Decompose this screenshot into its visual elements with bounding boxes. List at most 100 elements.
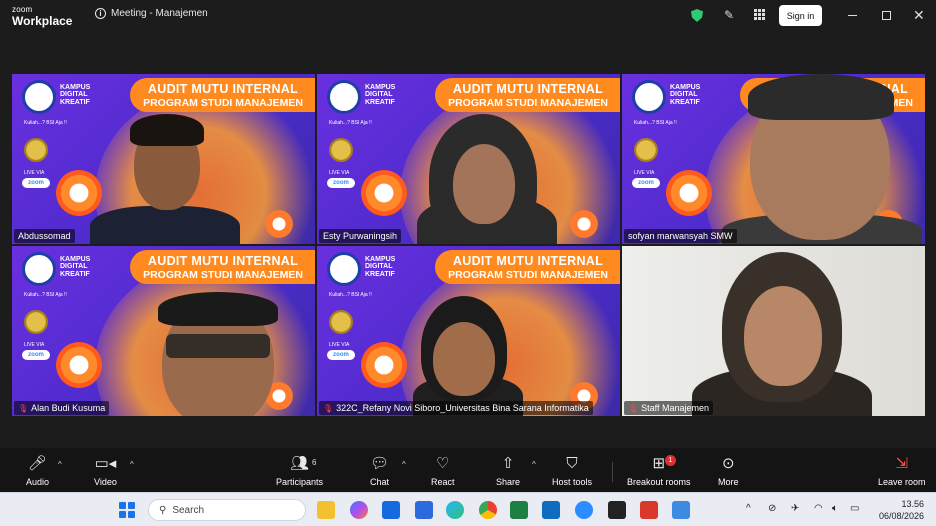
live-via-label: LIVE VIA [634,170,655,176]
more-ellipsis-icon: ⊙ [721,455,735,472]
medal-icon [329,310,353,334]
video-gallery: KAMPUS DIGITAL KREATIF AUDIT MUTU INTERNAL… [12,74,926,416]
show-hidden-icons-chevron-icon[interactable]: ^ [746,503,751,514]
pdf-reader-icon[interactable] [640,501,658,519]
logo-line-1: zoom [12,5,33,14]
video-button[interactable]: ▭◂ Video [94,452,117,487]
video-tile[interactable]: KAMPUSDIGITALKREATIF AUDIT MUTU INTERNAL… [317,246,620,416]
search-icon: ⚲ [159,504,167,516]
excel-icon[interactable] [510,501,528,519]
video-tile-active-speaker[interactable]: KAMPUS DIGITAL KREATIF AUDIT MUTU INTERNAL… [317,74,620,244]
clock-time: 13.56 [901,499,924,509]
close-icon[interactable]: ✕ [913,7,925,24]
participant-name-label: 🎙 Staff Manajemen [624,401,714,415]
slide-logo-text: KAMPUS DIGITAL KREATIF [365,84,396,106]
share-options-chevron-icon[interactable]: ^ [532,460,536,469]
zoom-badge: zoom [327,178,355,188]
chat-button[interactable]: 💬︎ Chat [370,452,389,487]
mail-icon[interactable] [382,501,400,519]
app-icon[interactable] [608,501,626,519]
chat-bubble-icon: 💬︎ [370,455,390,472]
participants-icon: 👥︎ [289,455,310,472]
share-button[interactable]: ⇧ Share [496,452,520,487]
file-explorer-icon[interactable] [317,501,335,519]
calculator-icon[interactable] [672,501,690,519]
clock-date: 06/08/2026 [878,511,924,522]
breakout-rooms-button[interactable]: ⊞ Breakout rooms [627,452,691,487]
slide-tagline: Kuliah...? BSI Aja !! [329,120,372,126]
minimize-icon[interactable] [848,15,857,16]
zoom-badge: zoom [632,178,660,188]
maximize-icon[interactable] [882,11,891,20]
more-button[interactable]: ⊙ More [718,452,739,487]
zoom-badge: zoom [327,350,355,360]
participant-name-label: 🎙 Alan Budi Kusuma [14,401,110,415]
taskbar-search-box[interactable]: ⚲ Search [148,499,306,521]
participant-name-label: Abdussomad [14,229,75,243]
zoom-app-icon[interactable] [575,501,593,519]
chrome-icon[interactable] [479,501,497,519]
info-icon[interactable]: i [95,8,106,19]
apps-grid-icon[interactable] [754,9,765,20]
battery-icon[interactable]: ▭ [850,503,859,514]
copilot-icon[interactable] [350,501,368,519]
network-off-icon[interactable]: ⊘ [768,503,776,514]
video-options-chevron-icon[interactable]: ^ [130,460,134,469]
participants-count: 6 [312,458,317,467]
video-tile[interactable]: 🎙 Staff Manajemen [622,246,925,416]
zoom-badge: zoom [22,178,50,188]
system-clock[interactable]: 13.56 06/08/2026 [872,498,924,522]
slide-banner: AUDIT MUTU INTERNALPROGRAM STUDI MANAJEM… [435,78,620,112]
medal-icon [24,310,48,334]
medal-icon [24,138,48,162]
microphone-icon: 🎤︎ [27,455,48,472]
video-camera-icon: ▭◂ [94,455,117,472]
annotate-icon[interactable]: ✎ [724,8,734,22]
slide-tagline: Kuliah...? BSI Aja !! [329,292,372,298]
wifi-icon[interactable]: ◠ [814,503,823,514]
location-icon[interactable]: ✈ [791,503,799,514]
participant-name-label: Esty Purwaningsih [319,229,402,243]
audio-button[interactable]: 🎤︎ Audio [26,452,49,487]
live-via-label: LIVE VIA [24,342,45,348]
outlook-icon[interactable] [542,501,560,519]
share-screen-icon: ⇧ [501,455,515,472]
chat-options-chevron-icon[interactable]: ^ [402,460,406,469]
host-tools-button[interactable]: ⛉ Host tools [552,452,592,488]
video-tile[interactable]: KAMPUSDIGITALKREATIF AUDIT MUTU INTERNAL… [12,74,315,244]
security-shield-icon[interactable] [691,9,703,22]
live-via-label: LIVE VIA [24,170,45,176]
university-logo-icon [22,252,56,286]
university-logo-icon [22,80,56,114]
leave-room-button[interactable]: ⇲ Leave room [878,452,926,487]
slide-logo-text: KAMPUS DIGITAL KREATIF [365,256,396,278]
video-tile[interactable]: KAMPUSDIGITALKREATIF AUDIT MUTU INTERNAL… [622,74,925,244]
slide-tagline: Kuliah...? BSI Aja !! [24,120,67,126]
windows-start-icon[interactable] [119,502,135,518]
audio-label: Audio [26,477,50,487]
university-logo-icon [632,80,666,114]
leave-room-label: Leave room [878,477,926,487]
audio-options-chevron-icon[interactable]: ^ [58,460,62,469]
live-via-label: LIVE VIA [329,342,350,348]
mic-muted-icon: 🎙 [628,403,639,413]
university-logo-icon [327,80,361,114]
react-button[interactable]: ♡ React [431,452,455,487]
volume-icon[interactable]: 🔈︎ [832,503,838,514]
participant-name-label: 🎙 322C_Refany Novi Siboro_Universitas Bin… [319,401,593,415]
share-label: Share [496,477,521,487]
edge-browser-icon[interactable] [446,501,464,519]
sign-in-button[interactable]: Sign in [779,5,822,26]
video-tile[interactable]: KAMPUSDIGITALKREATIF AUDIT MUTU INTERNAL… [12,246,315,416]
medal-icon [634,138,658,162]
slide-banner: AUDIT MUTU INTERNALPROGRAM STUDI MANAJEM… [435,250,620,284]
app-icon[interactable] [415,501,433,519]
zoom-badge: zoom [22,350,50,360]
mic-muted-icon: 🎙 [18,403,29,413]
zoom-window: zoom Workplace i Meeting - Manajemen ✎ S… [0,0,936,526]
meeting-toolbar: 🎤︎ Audio ^ ▭◂ Video ^ 👥︎ Participants 6 … [0,448,936,492]
search-placeholder: Search [172,504,205,516]
meeting-info[interactable]: i Meeting - Manajemen [95,8,208,19]
slide-logo-text: KAMPUS DIGITAL KREATIF [670,84,701,106]
zoom-workplace-logo: zoom Workplace [12,5,72,28]
